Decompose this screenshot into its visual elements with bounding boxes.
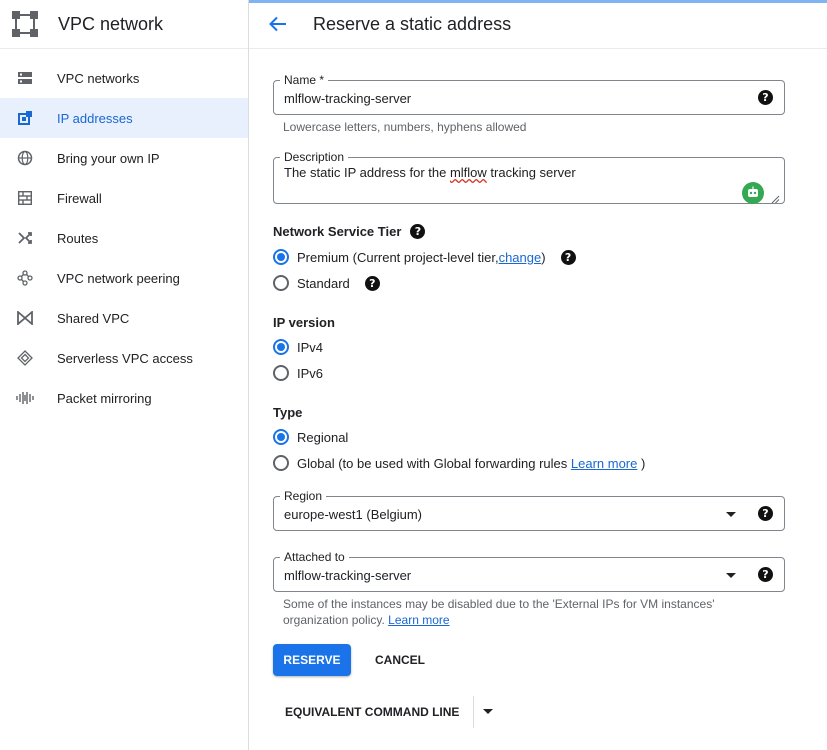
main-panel: Reserve a static address Name * mlflow-t… <box>249 0 827 750</box>
region-select[interactable]: Region europe-west1 (Belgium) ? <box>273 489 785 531</box>
sidebar-item-label: Firewall <box>57 190 102 206</box>
page-header: Reserve a static address <box>249 0 827 49</box>
tier-section-title: Network Service Tier ? <box>273 224 426 239</box>
region-selected-value: europe-west1 (Belgium) <box>284 507 423 522</box>
help-icon[interactable]: ? <box>758 567 773 582</box>
name-field[interactable]: Name * mlflow-tracking-server ? <box>273 73 785 115</box>
description-field-label: Description <box>280 150 349 164</box>
attached-to-hint-line2: organization policy. <box>283 613 389 627</box>
sidebar-item-serverless-vpc-access[interactable]: Serverless VPC access <box>0 338 248 378</box>
tier-premium-option[interactable]: Premium (Current project-level tier, cha… <box>273 249 576 265</box>
grammar-assistant-icon[interactable] <box>742 182 764 204</box>
packet-mirroring-icon <box>16 389 34 407</box>
name-hint: Lowercase letters, numbers, hyphens allo… <box>283 120 527 134</box>
help-icon[interactable]: ? <box>410 224 426 239</box>
tier-standard-option[interactable]: Standard ? <box>273 275 380 291</box>
description-text-suffix: tracking server <box>486 165 576 180</box>
button-divider <box>473 696 474 728</box>
sidebar-list: VPC networks IP addresses Bring your own… <box>0 58 248 418</box>
serverless-icon <box>16 349 34 367</box>
firewall-icon <box>16 189 34 207</box>
radio-unselected[interactable] <box>273 365 289 381</box>
chevron-down-icon[interactable] <box>726 573 736 578</box>
equivalent-command-line-button[interactable]: EQUIVALENT COMMAND LINE <box>273 696 459 728</box>
chevron-down-icon[interactable] <box>726 512 736 517</box>
sidebar-item-label: Packet mirroring <box>57 390 152 406</box>
sidebar: VPC network VPC networks IP addresses Br… <box>0 0 249 750</box>
ipv6-label: IPv6 <box>297 365 324 381</box>
shared-vpc-icon <box>16 309 34 327</box>
ipv4-option[interactable]: IPv4 <box>273 339 323 355</box>
global-label-suffix: ) <box>641 455 646 471</box>
sidebar-item-label: VPC network peering <box>57 270 180 286</box>
cancel-button[interactable]: CANCEL <box>365 644 435 676</box>
radio-selected[interactable] <box>273 339 289 355</box>
description-field[interactable]: Description The static IP address for th… <box>273 150 785 204</box>
page-title: Reserve a static address <box>313 13 512 34</box>
type-section-title: Type <box>273 405 303 420</box>
premium-label-suffix: ) <box>541 249 546 265</box>
attached-to-field-label: Attached to <box>280 550 349 564</box>
name-field-label: Name * <box>280 73 329 87</box>
sidebar-item-label: Bring your own IP <box>57 150 160 166</box>
radio-unselected[interactable] <box>273 455 289 471</box>
reserve-button[interactable]: RESERVE <box>273 644 351 676</box>
description-text-prefix: The static IP address for the <box>284 165 450 180</box>
resize-handle-icon[interactable] <box>770 191 780 204</box>
sidebar-item-vpc-network-peering[interactable]: VPC network peering <box>0 258 248 298</box>
chevron-down-icon[interactable] <box>483 709 493 714</box>
sidebar-item-shared-vpc[interactable]: Shared VPC <box>0 298 248 338</box>
global-learn-more-link[interactable]: Learn more <box>571 456 637 471</box>
sidebar-item-bring-your-own-ip[interactable]: Bring your own IP <box>0 138 248 178</box>
equivalent-command-line-label: EQUIVALENT COMMAND LINE <box>285 705 460 719</box>
region-field-label: Region <box>280 489 327 503</box>
ip-addresses-icon <box>16 109 34 127</box>
name-input-value[interactable]: mlflow-tracking-server <box>284 91 411 106</box>
help-icon[interactable]: ? <box>758 90 773 105</box>
standard-label: Standard <box>297 275 350 291</box>
vpc-networks-icon <box>16 69 34 87</box>
vpc-network-product-icon <box>11 10 39 38</box>
sidebar-item-routes[interactable]: Routes <box>0 218 248 258</box>
sidebar-item-firewall[interactable]: Firewall <box>0 178 248 218</box>
ip-version-section-title: IP version <box>273 315 335 330</box>
ipv6-option[interactable]: IPv6 <box>273 365 323 381</box>
radio-selected[interactable] <box>273 429 289 445</box>
misspelled-word: mlflow <box>449 165 487 180</box>
sidebar-item-label: Serverless VPC access <box>57 350 193 366</box>
policy-learn-more-link[interactable]: Learn more <box>388 613 449 627</box>
description-textarea-value[interactable]: The static IP address for the mlflow tra… <box>284 165 576 180</box>
radio-selected[interactable] <box>273 249 289 265</box>
sidebar-header: VPC network <box>0 0 248 49</box>
sidebar-item-label: IP addresses <box>57 110 133 126</box>
type-global-option[interactable]: Global (to be used with Global forwardin… <box>273 455 645 471</box>
attached-to-select[interactable]: Attached to mlflow-tracking-server ? <box>273 550 785 592</box>
attached-to-selected-value: mlflow-tracking-server <box>284 568 412 583</box>
sidebar-title: VPC network <box>58 13 164 34</box>
sidebar-item-label: VPC networks <box>57 70 140 86</box>
global-label: Global (to be used with Global forwardin… <box>297 455 568 471</box>
premium-label: Premium (Current project-level tier, <box>297 249 499 265</box>
back-arrow-icon[interactable] <box>266 12 290 36</box>
regional-label: Regional <box>297 429 349 445</box>
attached-to-hint-line2-wrap: organization policy. Learn more <box>283 612 714 628</box>
sidebar-item-label: Shared VPC <box>57 310 130 326</box>
routes-icon <box>16 229 34 247</box>
attached-to-hint-line1: Some of the instances may be disabled du… <box>283 597 715 611</box>
attached-to-hint: Some of the instances may be disabled du… <box>283 596 714 628</box>
tier-section-label: Network Service Tier <box>273 224 402 239</box>
globe-icon <box>16 149 34 167</box>
sidebar-item-vpc-networks[interactable]: VPC networks <box>0 58 248 98</box>
sidebar-item-ip-addresses[interactable]: IP addresses <box>0 98 248 138</box>
ipv4-label: IPv4 <box>297 339 324 355</box>
type-regional-option[interactable]: Regional <box>273 429 348 445</box>
help-icon[interactable]: ? <box>758 506 773 521</box>
radio-unselected[interactable] <box>273 275 289 291</box>
sidebar-item-label: Routes <box>57 230 99 246</box>
change-tier-link[interactable]: change <box>499 250 542 265</box>
peering-icon <box>16 269 34 287</box>
help-icon[interactable]: ? <box>560 249 576 265</box>
help-icon[interactable]: ? <box>364 275 380 291</box>
sidebar-item-packet-mirroring[interactable]: Packet mirroring <box>0 378 248 418</box>
